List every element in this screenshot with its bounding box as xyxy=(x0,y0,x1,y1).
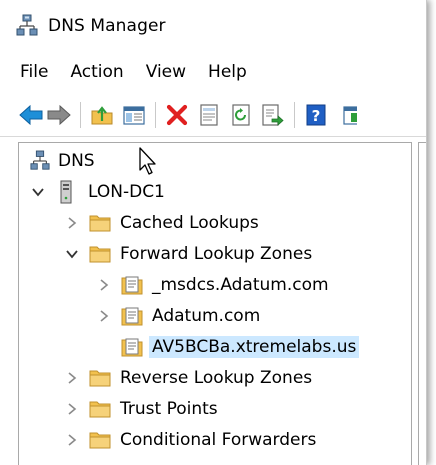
dns-manager-app-icon xyxy=(16,14,38,36)
zone-icon xyxy=(121,306,143,326)
folder-icon xyxy=(89,430,111,450)
tree-item-conditional-forwarders[interactable]: Conditional Forwarders xyxy=(65,426,319,454)
export-list-button[interactable] xyxy=(260,102,286,128)
chevron-right-icon[interactable] xyxy=(97,278,111,292)
tree-item-label: Cached Lookups xyxy=(120,213,259,233)
tree-item-reverse-lookup-zones[interactable]: Reverse Lookup Zones xyxy=(65,364,315,392)
help-button[interactable]: ? xyxy=(303,102,329,128)
back-arrow-icon xyxy=(19,104,43,126)
chevron-down-icon[interactable] xyxy=(65,247,79,261)
toolbar: ? xyxy=(0,94,426,137)
show-hide-console-tree-button[interactable] xyxy=(121,102,147,128)
title-bar: DNS Manager xyxy=(0,0,426,52)
tree-item-lon-dc1[interactable]: LON-DC1 xyxy=(31,178,168,206)
menu-help[interactable]: Help xyxy=(204,60,251,84)
chevron-right-icon[interactable] xyxy=(65,402,79,416)
export-list-icon xyxy=(262,104,284,126)
toolbar-separator xyxy=(294,102,295,128)
tree-item-dns[interactable]: DNS xyxy=(29,147,98,175)
tree-item-label: _msdcs.Adatum.com xyxy=(152,275,329,295)
forward-arrow-icon xyxy=(47,104,71,126)
tree-item-zone-msdcs[interactable]: _msdcs.Adatum.com xyxy=(97,271,332,299)
tree-item-label: Conditional Forwarders xyxy=(120,430,317,450)
chevron-right-icon[interactable] xyxy=(65,216,79,230)
tree-item-trust-points[interactable]: Trust Points xyxy=(65,395,221,423)
menu-action[interactable]: Action xyxy=(66,60,127,84)
up-folder-icon xyxy=(91,106,113,125)
tree-item-label: DNS xyxy=(58,151,95,171)
properties-button[interactable] xyxy=(196,102,222,128)
tree-item-zone-adatum[interactable]: Adatum.com xyxy=(97,302,263,330)
tree-item-cached-lookups[interactable]: Cached Lookups xyxy=(65,209,262,237)
folder-icon xyxy=(89,213,111,233)
show-action-pane-button[interactable] xyxy=(337,102,363,128)
tree-item-zone-av5bcba[interactable]: AV5BCBa.xtremelabs.us xyxy=(121,333,360,361)
help-icon: ? xyxy=(306,104,326,126)
window-title: DNS Manager xyxy=(48,16,166,36)
tree-item-label: LON-DC1 xyxy=(88,182,165,202)
zone-icon xyxy=(121,275,143,295)
tree-item-label: Adatum.com xyxy=(152,306,261,326)
folder-icon xyxy=(89,368,111,388)
menu-view[interactable]: View xyxy=(142,60,190,84)
tree-item-forward-lookup-zones[interactable]: Forward Lookup Zones xyxy=(65,240,315,268)
refresh-icon xyxy=(232,104,250,126)
properties-icon xyxy=(200,104,218,126)
console-tree-pane: DNS LON-DC1 Cached Lookups Forward Looku… xyxy=(18,142,412,465)
chevron-right-icon[interactable] xyxy=(65,433,79,447)
tree-item-label: Reverse Lookup Zones xyxy=(120,368,313,388)
dns-root-icon xyxy=(29,150,51,171)
tree-item-label: Trust Points xyxy=(120,399,218,419)
delete-icon xyxy=(166,104,188,126)
dns-manager-window: DNS Manager File Action View Help ? DNS … xyxy=(0,0,427,465)
mouse-pointer-icon xyxy=(139,147,156,175)
tree-item-label: AV5BCBa.xtremelabs.us xyxy=(149,336,360,358)
forward-button[interactable] xyxy=(46,102,72,128)
delete-button[interactable] xyxy=(164,102,190,128)
back-button[interactable] xyxy=(18,102,44,128)
chevron-right-icon[interactable] xyxy=(65,371,79,385)
refresh-button[interactable] xyxy=(228,102,254,128)
show-action-pane-icon xyxy=(343,106,357,125)
zone-icon xyxy=(121,337,143,357)
up-one-level-button[interactable] xyxy=(89,102,115,128)
show-hide-tree-icon xyxy=(123,106,145,125)
menu-bar: File Action View Help xyxy=(0,56,251,88)
menu-file[interactable]: File xyxy=(16,60,52,84)
svg-text:?: ? xyxy=(312,107,321,125)
tree-item-label: Forward Lookup Zones xyxy=(120,244,313,264)
server-icon xyxy=(55,180,77,204)
results-pane-edge xyxy=(418,142,426,465)
toolbar-separator xyxy=(80,102,81,128)
folder-icon xyxy=(89,244,111,264)
toolbar-separator xyxy=(155,102,156,128)
folder-icon xyxy=(89,399,111,419)
chevron-right-icon[interactable] xyxy=(97,309,111,323)
chevron-down-icon[interactable] xyxy=(31,185,45,199)
